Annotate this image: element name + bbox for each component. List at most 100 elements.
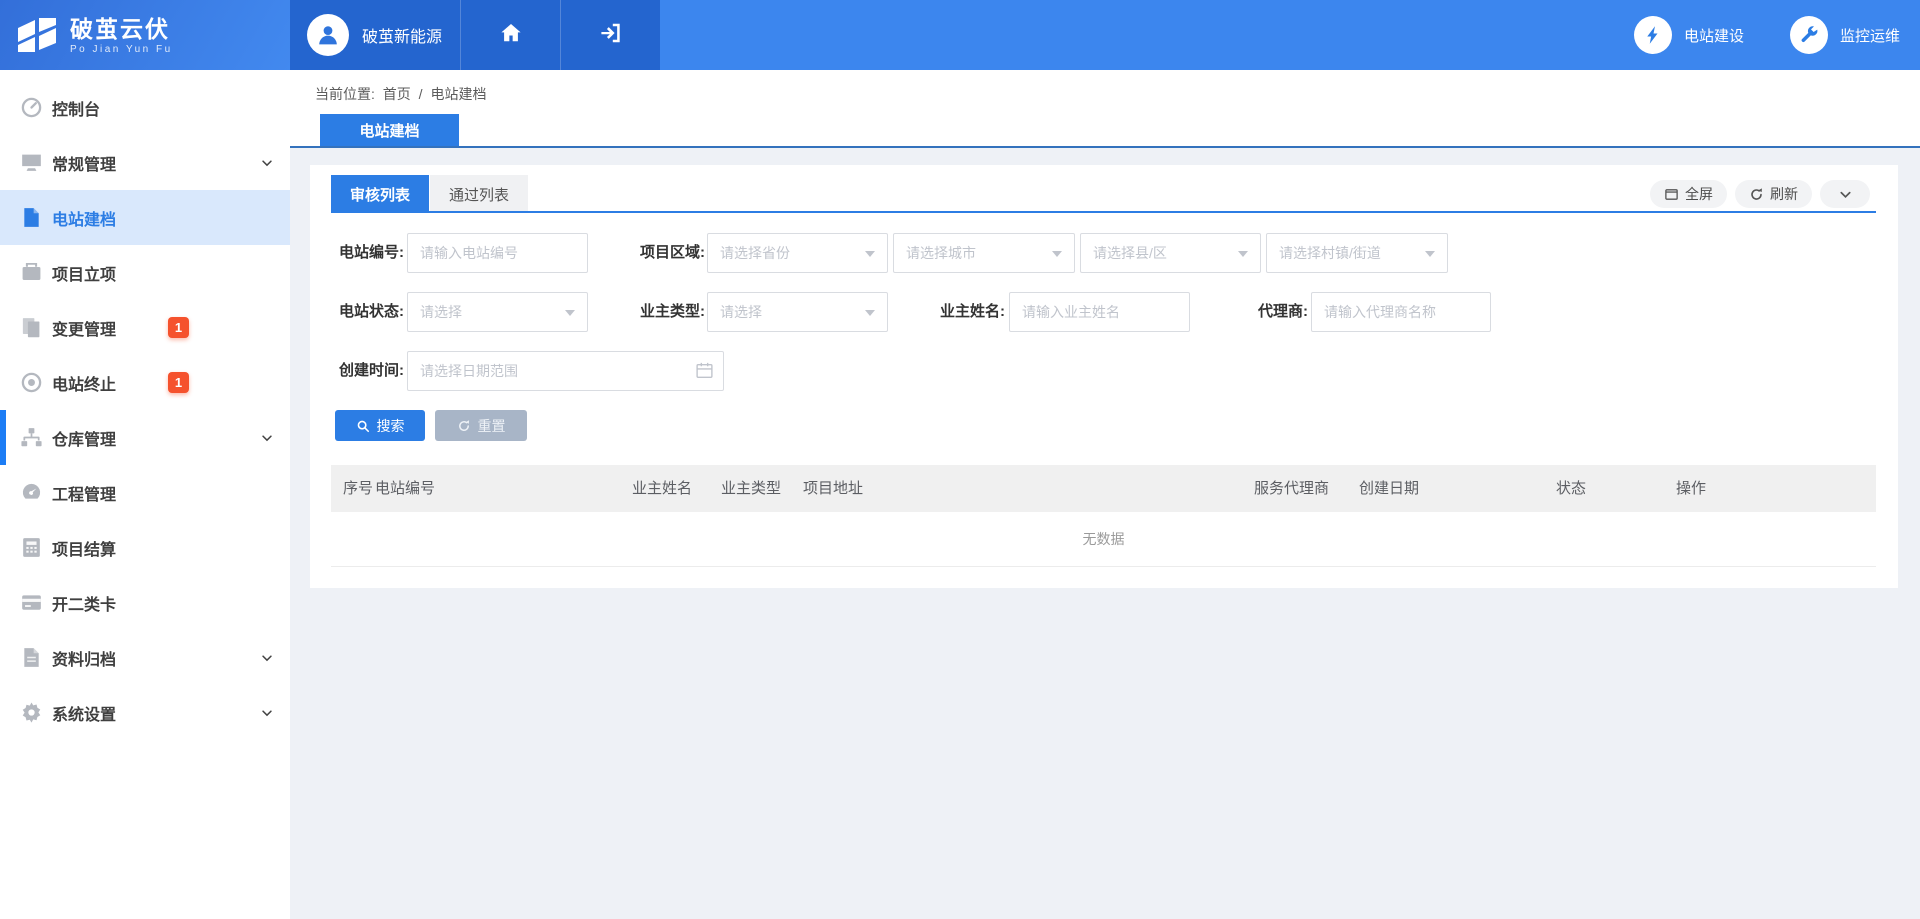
- logout-button[interactable]: [560, 0, 660, 70]
- sidebar-item-data-archive[interactable]: 资料归档: [0, 630, 290, 685]
- table-column-header: 创建日期: [1359, 465, 1419, 512]
- topbar-user-section: 破茧新能源: [290, 0, 660, 70]
- wrench-icon: [1790, 16, 1828, 54]
- region-label: 项目区域:: [632, 233, 705, 273]
- sidebar-item-label: 开二类卡: [52, 591, 116, 615]
- caret-down-icon: [1238, 251, 1248, 262]
- table-column-header: 序号: [343, 465, 373, 512]
- dashboard-icon: [20, 481, 43, 504]
- reset-icon: [457, 419, 471, 433]
- sidebar-item-open-card[interactable]: 开二类卡: [0, 575, 290, 630]
- archive-icon: [20, 646, 43, 669]
- create-time-range-picker[interactable]: [407, 351, 724, 391]
- table-bottom-border: [331, 566, 1876, 567]
- fullscreen-icon: [1664, 187, 1679, 202]
- panel-controls: 全屏 刷新: [1650, 180, 1870, 208]
- nav-station-build[interactable]: 电站建设: [1634, 16, 1744, 54]
- caret-down-icon: [565, 310, 575, 321]
- login-icon: [599, 21, 623, 50]
- breadcrumb-separator: /: [419, 86, 423, 102]
- table-column-header: 电站编号: [375, 465, 435, 512]
- city-select[interactable]: 请选择城市: [893, 233, 1075, 273]
- sidebar: 控制台常规管理电站建档项目立项变更管理1电站终止1仓库管理工程管理项目结算开二类…: [0, 70, 290, 919]
- refresh-button[interactable]: 刷新: [1735, 180, 1812, 208]
- main-content: 当前位置: 首页 / 电站建档 电站建档 审核列表 通过列表 全屏 刷新: [290, 70, 1920, 919]
- chevron-down-icon: [260, 156, 274, 170]
- nav-monitor-ops-label: 监控运维: [1840, 25, 1900, 46]
- reset-button[interactable]: 重置: [435, 410, 527, 441]
- sidebar-item-warehouse-mgmt[interactable]: 仓库管理: [0, 410, 290, 465]
- sidebar-item-console[interactable]: 控制台: [0, 80, 290, 135]
- calendar-icon: [695, 361, 714, 380]
- province-select[interactable]: 请选择省份: [707, 233, 888, 273]
- table-column-header: 操作: [1676, 465, 1706, 512]
- chevron-down-icon: [260, 431, 274, 445]
- topbar-quick-nav: 电站建设 监控运维: [1634, 0, 1900, 70]
- home-icon: [499, 21, 523, 50]
- table-empty-state: 无数据: [331, 512, 1876, 566]
- user-avatar-icon: [307, 14, 349, 56]
- sidebar-item-engineering-mgmt[interactable]: 工程管理: [0, 465, 290, 520]
- agent-input[interactable]: [1311, 292, 1491, 332]
- sidebar-item-label: 系统设置: [52, 701, 116, 725]
- record-icon: [20, 371, 43, 394]
- sidebar-item-system-settings[interactable]: 系统设置: [0, 685, 290, 740]
- sidebar-item-station-archive[interactable]: 电站建档: [0, 190, 290, 245]
- nav-monitor-ops[interactable]: 监控运维: [1790, 16, 1900, 54]
- topbar: 破茧云伏 Po Jian Yun Fu 破茧新能源: [0, 0, 1920, 70]
- station-no-label: 电站编号:: [332, 233, 404, 273]
- caret-down-icon: [865, 310, 875, 321]
- search-button[interactable]: 搜索: [335, 410, 425, 441]
- caret-down-icon: [865, 251, 875, 262]
- caret-down-icon: [1052, 251, 1062, 262]
- owner-name-label: 业主姓名:: [930, 292, 1005, 332]
- chevron-down-icon: [260, 706, 274, 720]
- brand-subtitle: Po Jian Yun Fu: [70, 44, 173, 55]
- sidebar-item-label: 工程管理: [52, 481, 116, 505]
- tab-passed-list[interactable]: 通过列表: [430, 175, 528, 213]
- station-status-label: 电站状态:: [332, 292, 404, 332]
- table-column-header: 业主类型: [721, 465, 781, 512]
- sidebar-item-change-mgmt[interactable]: 变更管理 1: [0, 300, 290, 355]
- tab-review-list[interactable]: 审核列表: [331, 175, 429, 213]
- gear-icon: [20, 701, 43, 724]
- sidebar-item-project-settlement[interactable]: 项目结算: [0, 520, 290, 575]
- owner-name-input[interactable]: [1009, 292, 1190, 332]
- sitemap-icon: [20, 426, 43, 449]
- table-header: 序号电站编号业主姓名业主类型项目地址服务代理商创建日期状态操作: [331, 465, 1876, 512]
- sidebar-item-project-setup[interactable]: 项目立项: [0, 245, 290, 300]
- village-select[interactable]: 请选择村镇/街道: [1266, 233, 1448, 273]
- search-icon: [356, 419, 370, 433]
- breadcrumb-strip: 当前位置: 首页 / 电站建档 电站建档: [290, 70, 1920, 148]
- collapse-button[interactable]: [1820, 180, 1870, 208]
- sidebar-item-label: 变更管理: [52, 316, 116, 340]
- pojian-logo-icon: [14, 12, 60, 58]
- station-status-select[interactable]: 请选择: [407, 292, 588, 332]
- page-tab-station-archive[interactable]: 电站建档: [320, 114, 459, 146]
- briefcase-icon: [20, 261, 43, 284]
- breadcrumb-current: 电站建档: [430, 86, 486, 102]
- tabs-underline: [331, 211, 1876, 213]
- breadcrumb-prefix: 当前位置:: [315, 86, 375, 102]
- agent-label: 代理商:: [1236, 292, 1308, 332]
- station-no-input[interactable]: [407, 233, 588, 273]
- brand-text: 破茧云伏 Po Jian Yun Fu: [70, 16, 173, 55]
- owner-type-label: 业主类型:: [632, 292, 705, 332]
- notification-badge: 1: [168, 317, 189, 338]
- table-column-header: 服务代理商: [1254, 465, 1329, 512]
- sidebar-item-label: 常规管理: [52, 151, 116, 175]
- home-button[interactable]: [460, 0, 560, 70]
- notification-badge: 1: [168, 372, 189, 393]
- card-icon: [20, 591, 43, 614]
- county-select[interactable]: 请选择县/区: [1080, 233, 1261, 273]
- owner-type-select[interactable]: 请选择: [707, 292, 888, 332]
- create-time-input[interactable]: [407, 351, 724, 391]
- content-panel: 审核列表 通过列表 全屏 刷新 电站编号: 项目区域: 请选择省: [310, 165, 1898, 588]
- lightning-icon: [1634, 16, 1672, 54]
- calculator-icon: [20, 536, 43, 559]
- user-menu[interactable]: 破茧新能源: [290, 0, 460, 70]
- breadcrumb-home-link[interactable]: 首页: [383, 86, 411, 102]
- sidebar-item-station-terminate[interactable]: 电站终止1: [0, 355, 290, 410]
- fullscreen-button[interactable]: 全屏: [1650, 180, 1727, 208]
- sidebar-item-general-mgmt[interactable]: 常规管理: [0, 135, 290, 190]
